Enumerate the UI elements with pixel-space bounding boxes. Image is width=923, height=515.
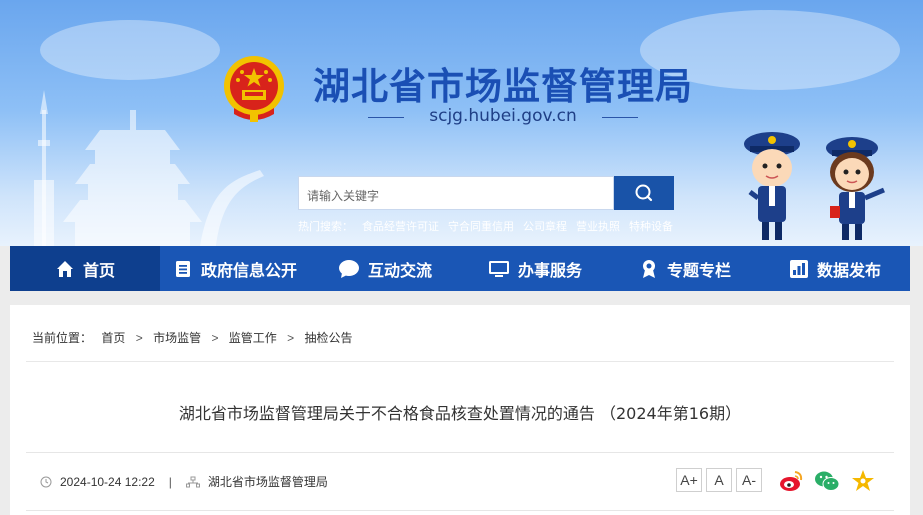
nav-item-label: 办事服务 bbox=[517, 260, 582, 280]
domain-row: scjg.hubei.gov.cn bbox=[368, 106, 638, 128]
breadcrumb-link[interactable]: 监管工作 bbox=[229, 331, 277, 345]
meta-divider-top bbox=[26, 452, 894, 453]
domain-text: scjg.hubei.gov.cn bbox=[429, 106, 577, 126]
breadcrumb-separator: > bbox=[135, 331, 143, 345]
nav-item-label: 首页 bbox=[82, 260, 115, 280]
hot-search-label: 热门搜索： bbox=[298, 221, 353, 233]
main-nav: 首页 政府信息公开 互动交流 办事服务 专题专栏 数据发布 bbox=[10, 246, 910, 291]
wechat-icon[interactable] bbox=[814, 468, 840, 494]
hot-search-link[interactable]: 营业执照 bbox=[576, 221, 620, 233]
nav-item-home[interactable]: 首页 bbox=[10, 246, 160, 291]
nav-item-label: 互动交流 bbox=[367, 260, 432, 280]
font-size-increase-button[interactable]: A+ bbox=[676, 468, 702, 492]
document-list-icon bbox=[175, 260, 190, 277]
clock-icon bbox=[40, 476, 52, 487]
weibo-icon[interactable] bbox=[778, 468, 804, 494]
nav-item-interaction[interactable]: 互动交流 bbox=[310, 246, 460, 291]
search-icon bbox=[635, 184, 653, 202]
organization-icon bbox=[185, 476, 200, 487]
font-size-decrease-button[interactable]: A- bbox=[736, 468, 762, 492]
national-emblem-icon bbox=[224, 56, 284, 122]
breadcrumb-label: 当前位置： bbox=[32, 331, 93, 345]
search-button[interactable] bbox=[614, 176, 674, 210]
breadcrumb-link[interactable]: 首页 bbox=[101, 331, 125, 345]
hot-search-link[interactable]: 公司章程 bbox=[523, 221, 567, 233]
hot-search-link[interactable]: 守合同重信用 bbox=[448, 221, 514, 233]
mascot-illustration bbox=[744, 132, 885, 240]
font-size-default-button[interactable]: A bbox=[706, 468, 732, 492]
nav-item-data[interactable]: 数据发布 bbox=[760, 246, 910, 291]
hot-search-row: 热门搜索： 食品经营许可证 守合同重信用 公司章程 营业执照 特种设备 bbox=[298, 218, 682, 234]
nav-item-services[interactable]: 办事服务 bbox=[460, 246, 610, 291]
article-meta: 2024-10-24 12:22 | 湖北省市场监督管理局 bbox=[40, 473, 328, 490]
article-source: 湖北省市场监督管理局 bbox=[207, 475, 328, 489]
nav-item-topics[interactable]: 专题专栏 bbox=[610, 246, 760, 291]
medal-icon bbox=[642, 259, 655, 278]
meta-separator: | bbox=[168, 474, 172, 489]
favorite-star-icon[interactable] bbox=[850, 468, 876, 494]
nav-item-label: 数据发布 bbox=[816, 260, 881, 280]
breadcrumb-link[interactable]: 抽检公告 bbox=[305, 331, 353, 345]
breadcrumb-link[interactable]: 市场监管 bbox=[153, 331, 201, 345]
site-title: 湖北省市场监督管理局 bbox=[313, 65, 693, 108]
search-input[interactable]: 请输入关键字 bbox=[298, 176, 614, 210]
domain-line-right bbox=[602, 117, 638, 118]
breadcrumb-separator: > bbox=[211, 331, 219, 345]
bar-chart-icon bbox=[789, 259, 808, 278]
hot-search-link[interactable]: 食品经营许可证 bbox=[362, 221, 439, 233]
breadcrumb-separator: > bbox=[287, 331, 295, 345]
home-icon bbox=[56, 260, 73, 277]
domain-line-left bbox=[368, 117, 404, 118]
article-panel: 当前位置： 首页 > 市场监管 > 监管工作 > 抽检公告 湖北省市场监督管理局… bbox=[10, 305, 910, 515]
chat-bubble-icon bbox=[338, 259, 359, 278]
hot-search-link[interactable]: 特种设备 bbox=[629, 221, 673, 233]
cloud-decoration bbox=[40, 20, 220, 80]
publish-date: 2024-10-24 12:22 bbox=[60, 474, 155, 489]
monitor-icon bbox=[488, 260, 509, 277]
nav-item-label: 政府信息公开 bbox=[200, 260, 297, 280]
breadcrumb-divider bbox=[26, 361, 894, 362]
meta-divider-bottom bbox=[26, 510, 894, 511]
article-title: 湖北省市场监督管理局关于不合格食品核查处置情况的通告 （2024年第16期） bbox=[178, 404, 742, 423]
nav-item-label: 专题专栏 bbox=[666, 260, 731, 280]
breadcrumb: 当前位置： 首页 > 市场监管 > 监管工作 > 抽检公告 bbox=[32, 329, 353, 346]
nav-item-gov-info[interactable]: 政府信息公开 bbox=[160, 246, 310, 291]
site-header: 湖北省市场监督管理局 scjg.hubei.gov.cn 请输入关键字 热门搜索… bbox=[0, 0, 923, 246]
